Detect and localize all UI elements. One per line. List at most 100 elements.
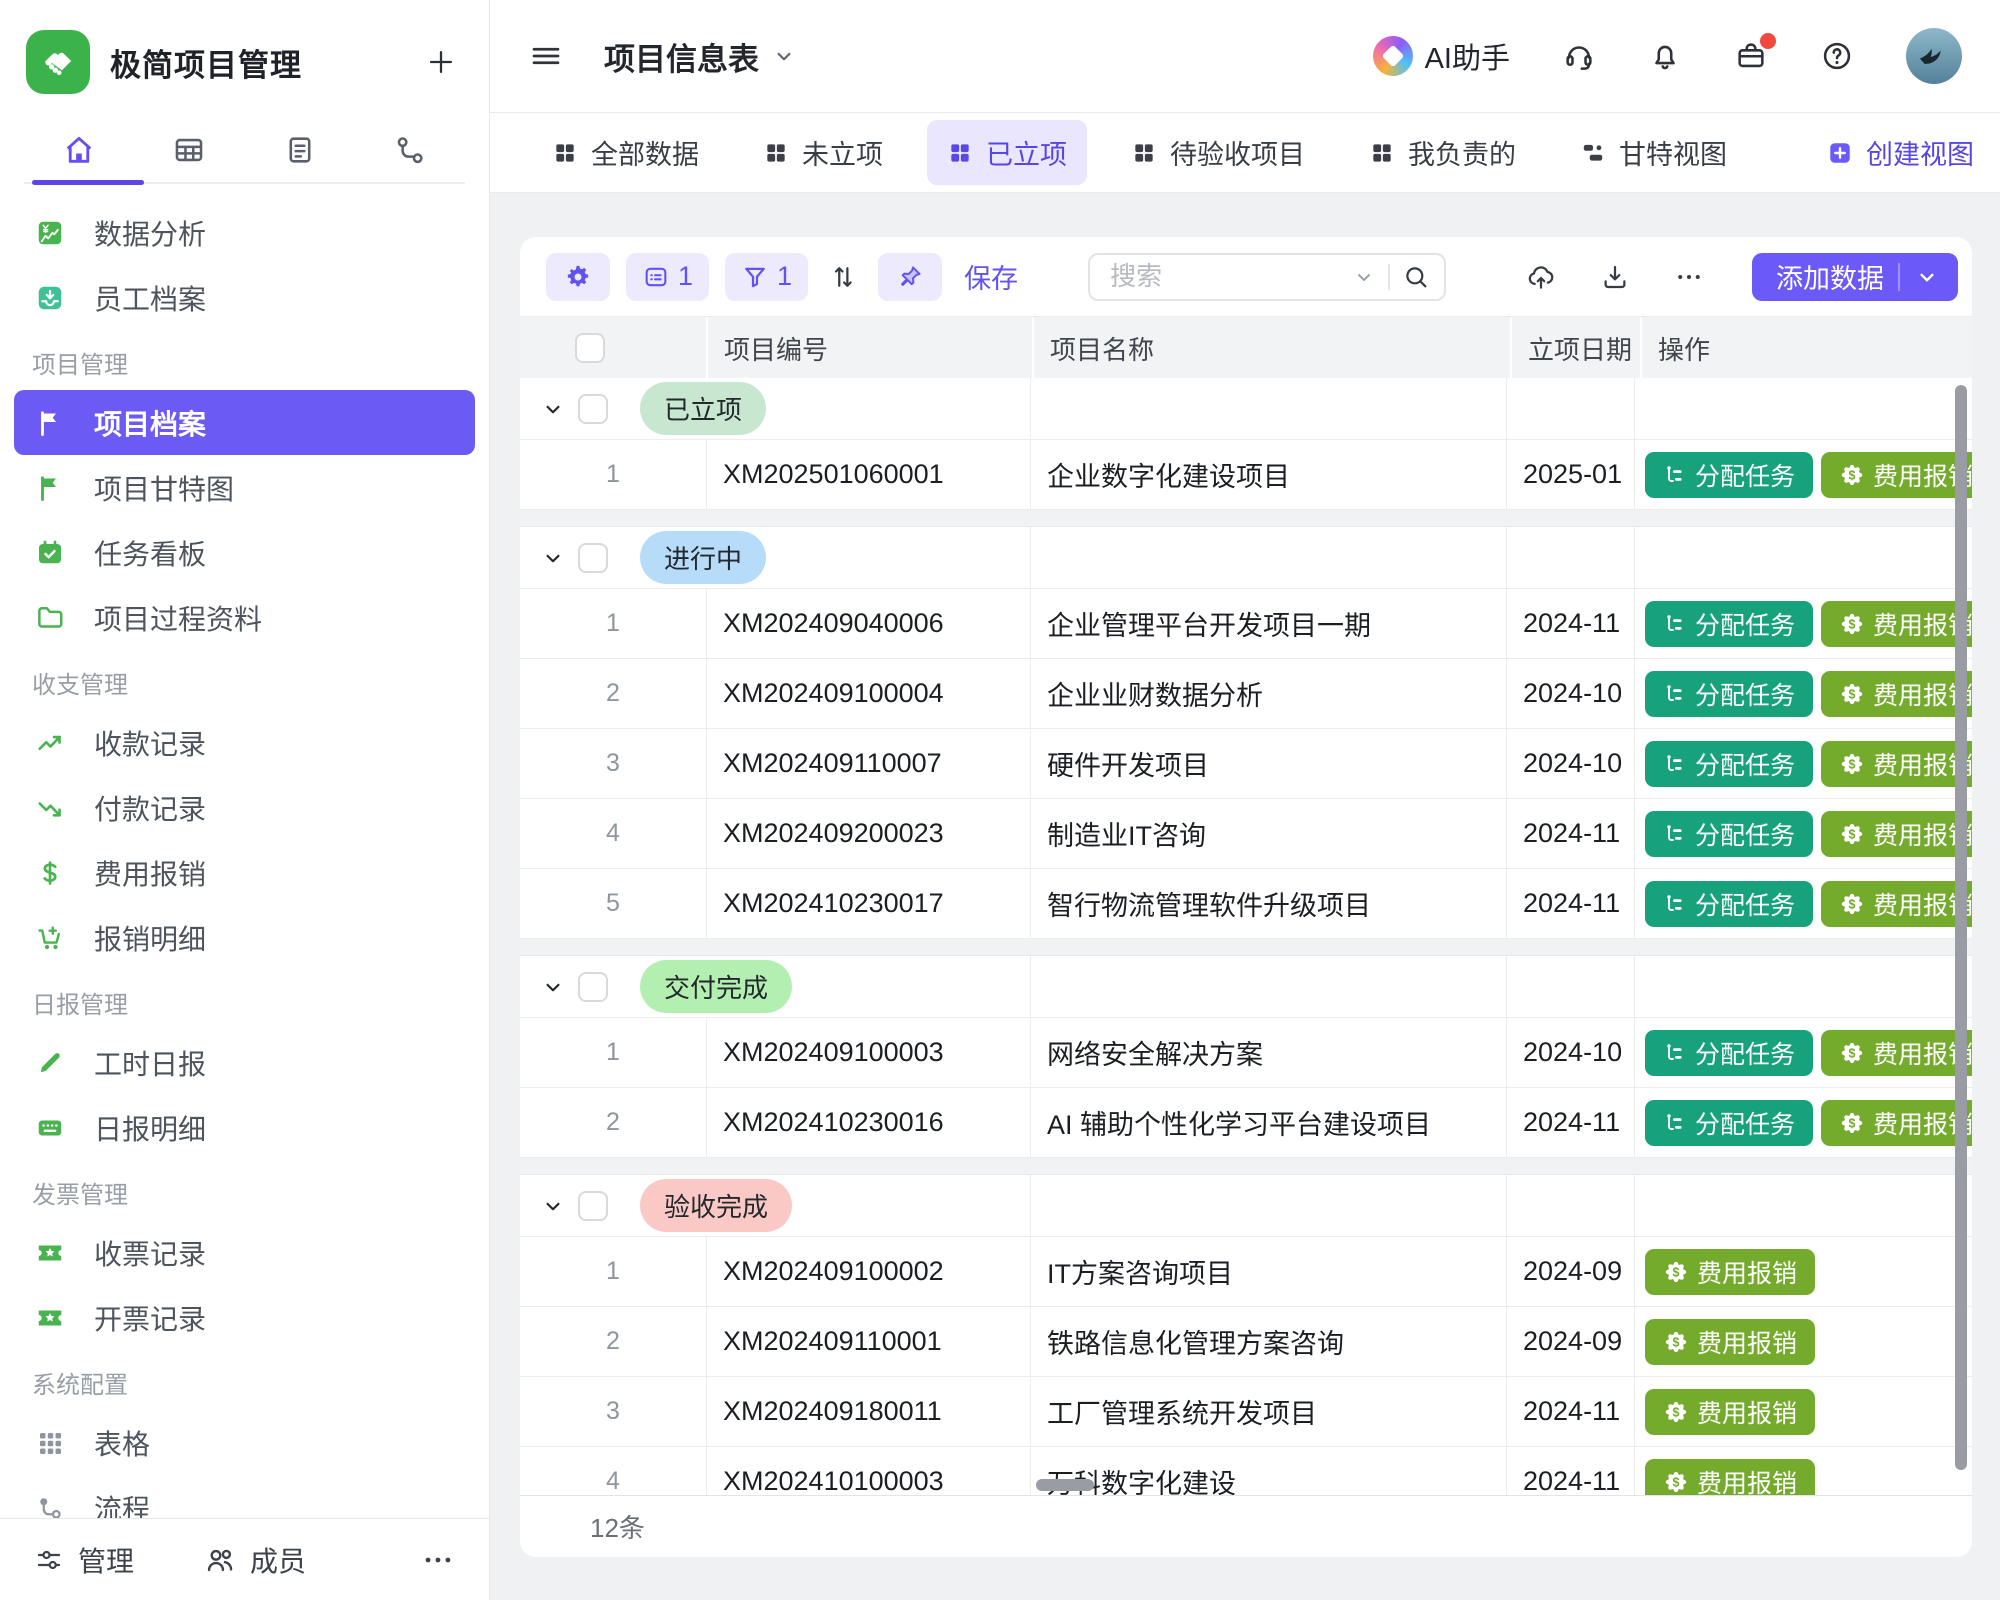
- pin-button[interactable]: [878, 253, 942, 301]
- view-tab-未立项[interactable]: 未立项: [743, 120, 903, 185]
- row-checkbox[interactable]: [578, 543, 608, 573]
- table-row[interactable]: 2XM202409110001铁路信息化管理方案咨询2024-09$费用报销: [520, 1307, 1972, 1377]
- sidebar-item-报销明细[interactable]: 报销明细: [14, 905, 475, 970]
- sidebar-item-项目甘特图[interactable]: 项目甘特图: [14, 455, 475, 520]
- sidebar-item-项目过程资料[interactable]: 项目过程资料: [14, 585, 475, 650]
- save-button[interactable]: 保存: [964, 257, 1018, 296]
- table-row[interactable]: 2XM202409100004企业业财数据分析2024-10分配任务$费用报销: [520, 659, 1972, 729]
- expense-report-button[interactable]: $费用报销: [1821, 671, 1972, 717]
- assign-task-button[interactable]: 分配任务: [1645, 452, 1813, 498]
- view-settings-button[interactable]: [546, 253, 610, 301]
- row-checkbox[interactable]: [578, 394, 608, 424]
- help-button[interactable]: [1820, 39, 1854, 73]
- sort-button[interactable]: [824, 253, 862, 301]
- expense-report-button[interactable]: $费用报销: [1821, 452, 1972, 498]
- ai-assistant-button[interactable]: AI助手: [1373, 35, 1510, 77]
- sidebar-item-收款记录[interactable]: 收款记录: [14, 710, 475, 775]
- column-header-date[interactable]: 立项日期: [1512, 317, 1640, 379]
- column-header-name[interactable]: 项目名称: [1034, 317, 1510, 379]
- search-scope-chevron-icon[interactable]: [1352, 265, 1376, 289]
- sidebar-item-数据分析[interactable]: 数据分析: [14, 200, 475, 265]
- sidebar-item-任务看板[interactable]: 任务看板: [14, 520, 475, 585]
- table-row[interactable]: 4XM202410100003万科数字化建设2024-11$费用报销: [520, 1447, 1972, 1495]
- table-row[interactable]: 1XM202409100002IT方案咨询项目2024-09$费用报销: [520, 1237, 1972, 1307]
- table-row[interactable]: 1XM202409040006企业管理平台开发项目一期2024-11分配任务$费…: [520, 589, 1972, 659]
- table-row[interactable]: 4XM202409200023制造业IT咨询2024-11分配任务$费用报销: [520, 799, 1972, 869]
- field-config-button[interactable]: 1: [626, 253, 709, 301]
- sidebar-tab-document[interactable]: [245, 118, 355, 182]
- sidebar-item-日报明细[interactable]: 日报明细: [14, 1095, 475, 1160]
- expense-report-button[interactable]: $费用报销: [1821, 1030, 1972, 1076]
- members-button[interactable]: 成员: [204, 1540, 306, 1580]
- export-icon[interactable]: [1600, 262, 1630, 292]
- column-header-actions[interactable]: 操作: [1642, 317, 1972, 379]
- column-header-code[interactable]: 项目编号: [708, 317, 1032, 379]
- expense-report-button[interactable]: $费用报销: [1821, 741, 1972, 787]
- add-workspace-button[interactable]: [419, 40, 463, 84]
- avatar[interactable]: [1906, 28, 1962, 84]
- workbench-button[interactable]: [1734, 39, 1768, 73]
- page-title[interactable]: 项目信息表: [604, 34, 797, 79]
- group-collapse-chevron[interactable]: [540, 396, 566, 422]
- table-row[interactable]: 1XM202501060001企业数字化建设项目2025-01分配任务$费用报销: [520, 440, 1972, 510]
- sidebar-item-收票记录[interactable]: 收票记录: [14, 1220, 475, 1285]
- sidebar-item-付款记录[interactable]: 付款记录: [14, 775, 475, 840]
- assign-task-button[interactable]: 分配任务: [1645, 671, 1813, 717]
- table-row[interactable]: 1XM202409100003网络安全解决方案2024-10分配任务$费用报销: [520, 1018, 1972, 1088]
- filter-button[interactable]: 1: [725, 253, 808, 301]
- sidebar-tab-table[interactable]: [134, 118, 244, 182]
- view-tab-我负责的[interactable]: 我负责的: [1349, 120, 1536, 185]
- search-icon[interactable]: [1402, 263, 1430, 291]
- group-collapse-chevron[interactable]: [540, 1193, 566, 1219]
- sidebar-item-开票记录[interactable]: 开票记录: [14, 1285, 475, 1350]
- view-tab-创建视图[interactable]: 创建视图: [1807, 120, 1994, 185]
- row-checkbox[interactable]: [578, 1191, 608, 1221]
- support-button[interactable]: [1562, 39, 1596, 73]
- notifications-button[interactable]: [1648, 39, 1682, 73]
- assign-task-button[interactable]: 分配任务: [1645, 1030, 1813, 1076]
- sidebar-item-工时日报[interactable]: 工时日报: [14, 1030, 475, 1095]
- expense-report-button[interactable]: $费用报销: [1645, 1459, 1815, 1496]
- vertical-scrollbar[interactable]: [1955, 385, 1967, 1470]
- sidebar-tab-flow[interactable]: [355, 118, 465, 182]
- group-collapse-chevron[interactable]: [540, 974, 566, 1000]
- table-row[interactable]: 5XM202410230017智行物流管理软件升级项目2024-11分配任务$费…: [520, 869, 1972, 939]
- assign-task-button[interactable]: 分配任务: [1645, 881, 1813, 927]
- view-tab-全部数据[interactable]: 全部数据: [532, 120, 719, 185]
- sidebar-more-button[interactable]: [421, 1543, 455, 1577]
- sidebar-item-项目档案[interactable]: 项目档案: [14, 390, 475, 455]
- assign-task-button[interactable]: 分配任务: [1645, 1100, 1813, 1146]
- expense-report-button[interactable]: $费用报销: [1821, 811, 1972, 857]
- expense-report-button[interactable]: $费用报销: [1645, 1389, 1815, 1435]
- select-all-checkbox[interactable]: [575, 333, 605, 363]
- table-row[interactable]: 3XM202409180011工厂管理系统开发项目2024-11$费用报销: [520, 1377, 1972, 1447]
- import-icon[interactable]: [1526, 262, 1556, 292]
- group-collapse-chevron[interactable]: [540, 545, 566, 571]
- more-actions-icon[interactable]: [1674, 262, 1704, 292]
- expense-report-button[interactable]: $费用报销: [1821, 601, 1972, 647]
- row-checkbox[interactable]: [578, 972, 608, 1002]
- sidebar-item-员工档案[interactable]: 员工档案: [14, 265, 475, 330]
- table-row[interactable]: 3XM202409110007硬件开发项目2024-10分配任务$费用报销: [520, 729, 1972, 799]
- search-input[interactable]: [1108, 260, 1352, 293]
- manage-button[interactable]: 管理: [34, 1540, 134, 1580]
- view-tab-甘特视图[interactable]: 甘特视图: [1560, 120, 1747, 185]
- assign-task-button[interactable]: 分配任务: [1645, 741, 1813, 787]
- expense-report-button[interactable]: $费用报销: [1645, 1319, 1815, 1365]
- assign-task-button[interactable]: 分配任务: [1645, 811, 1813, 857]
- expense-report-button[interactable]: $费用报销: [1645, 1249, 1815, 1295]
- sidebar-item-流程[interactable]: 流程: [14, 1475, 475, 1518]
- view-tab-待验收项目[interactable]: 待验收项目: [1111, 120, 1325, 185]
- menu-toggle-button[interactable]: [528, 38, 564, 74]
- add-data-button[interactable]: 添加数据: [1752, 253, 1958, 301]
- list-tree-icon: [1663, 463, 1687, 487]
- assign-task-button[interactable]: 分配任务: [1645, 601, 1813, 647]
- expense-report-button[interactable]: $费用报销: [1821, 881, 1972, 927]
- view-tab-已立项[interactable]: 已立项: [927, 120, 1087, 185]
- sidebar-item-费用报销[interactable]: 费用报销: [14, 840, 475, 905]
- horizontal-scrollbar[interactable]: [1036, 1479, 1094, 1491]
- sidebar-item-表格[interactable]: 表格: [14, 1410, 475, 1475]
- sidebar-tab-home[interactable]: [24, 118, 134, 182]
- table-row[interactable]: 2XM202410230016AI 辅助个性化学习平台建设项目2024-11分配…: [520, 1088, 1972, 1158]
- expense-report-button[interactable]: $费用报销: [1821, 1100, 1972, 1146]
